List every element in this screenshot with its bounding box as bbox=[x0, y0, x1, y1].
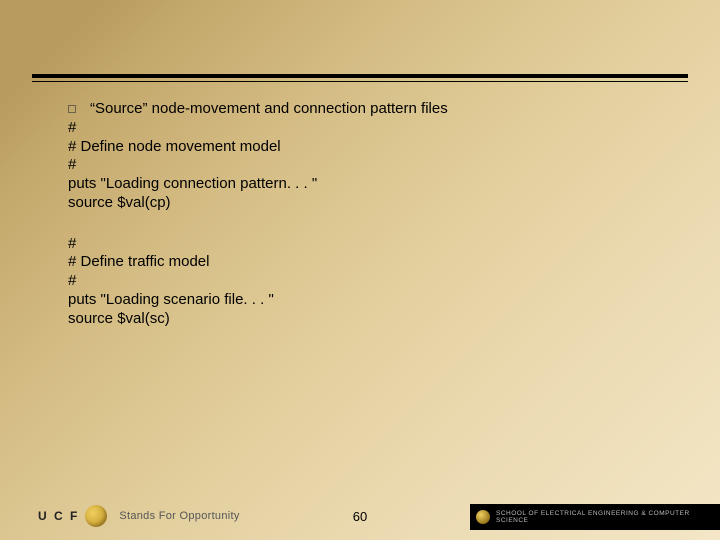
school-badge: SCHOOL OF ELECTRICAL ENGINEERING & COMPU… bbox=[470, 504, 720, 530]
slide-footer: U C F Stands For Opportunity 60 SCHOOL O… bbox=[0, 492, 720, 540]
code-line: puts "Loading scenario file. . . " bbox=[68, 291, 652, 310]
code-line: # bbox=[68, 272, 652, 291]
code-block-2: # # Define traffic model # puts "Loading… bbox=[68, 235, 652, 329]
code-line: # bbox=[68, 119, 652, 138]
top-spacer bbox=[0, 0, 720, 74]
ucf-logo-block: U C F Stands For Opportunity bbox=[38, 505, 240, 527]
code-line: source $val(sc) bbox=[68, 310, 652, 329]
pegasus-seal-icon bbox=[85, 505, 107, 527]
title-rule-thick bbox=[32, 74, 688, 78]
ucf-wordmark: U C F bbox=[38, 509, 79, 523]
title-rule-thin bbox=[32, 81, 688, 82]
ucf-tagline: Stands For Opportunity bbox=[119, 510, 239, 522]
square-bullet-icon bbox=[68, 105, 76, 113]
slide-content: “Source” node-movement and connection pa… bbox=[68, 100, 652, 328]
bullet-item: “Source” node-movement and connection pa… bbox=[68, 100, 652, 119]
code-line: # bbox=[68, 156, 652, 175]
code-line: puts "Loading connection pattern. . . " bbox=[68, 175, 652, 194]
code-line: source $val(cp) bbox=[68, 194, 652, 213]
code-line: # Define traffic model bbox=[68, 253, 652, 272]
page-number: 60 bbox=[353, 509, 367, 524]
school-badge-text: SCHOOL OF ELECTRICAL ENGINEERING & COMPU… bbox=[496, 510, 720, 524]
code-line: # Define node movement model bbox=[68, 138, 652, 157]
code-line: # bbox=[68, 235, 652, 254]
bullet-heading-text: “Source” node-movement and connection pa… bbox=[90, 100, 448, 119]
